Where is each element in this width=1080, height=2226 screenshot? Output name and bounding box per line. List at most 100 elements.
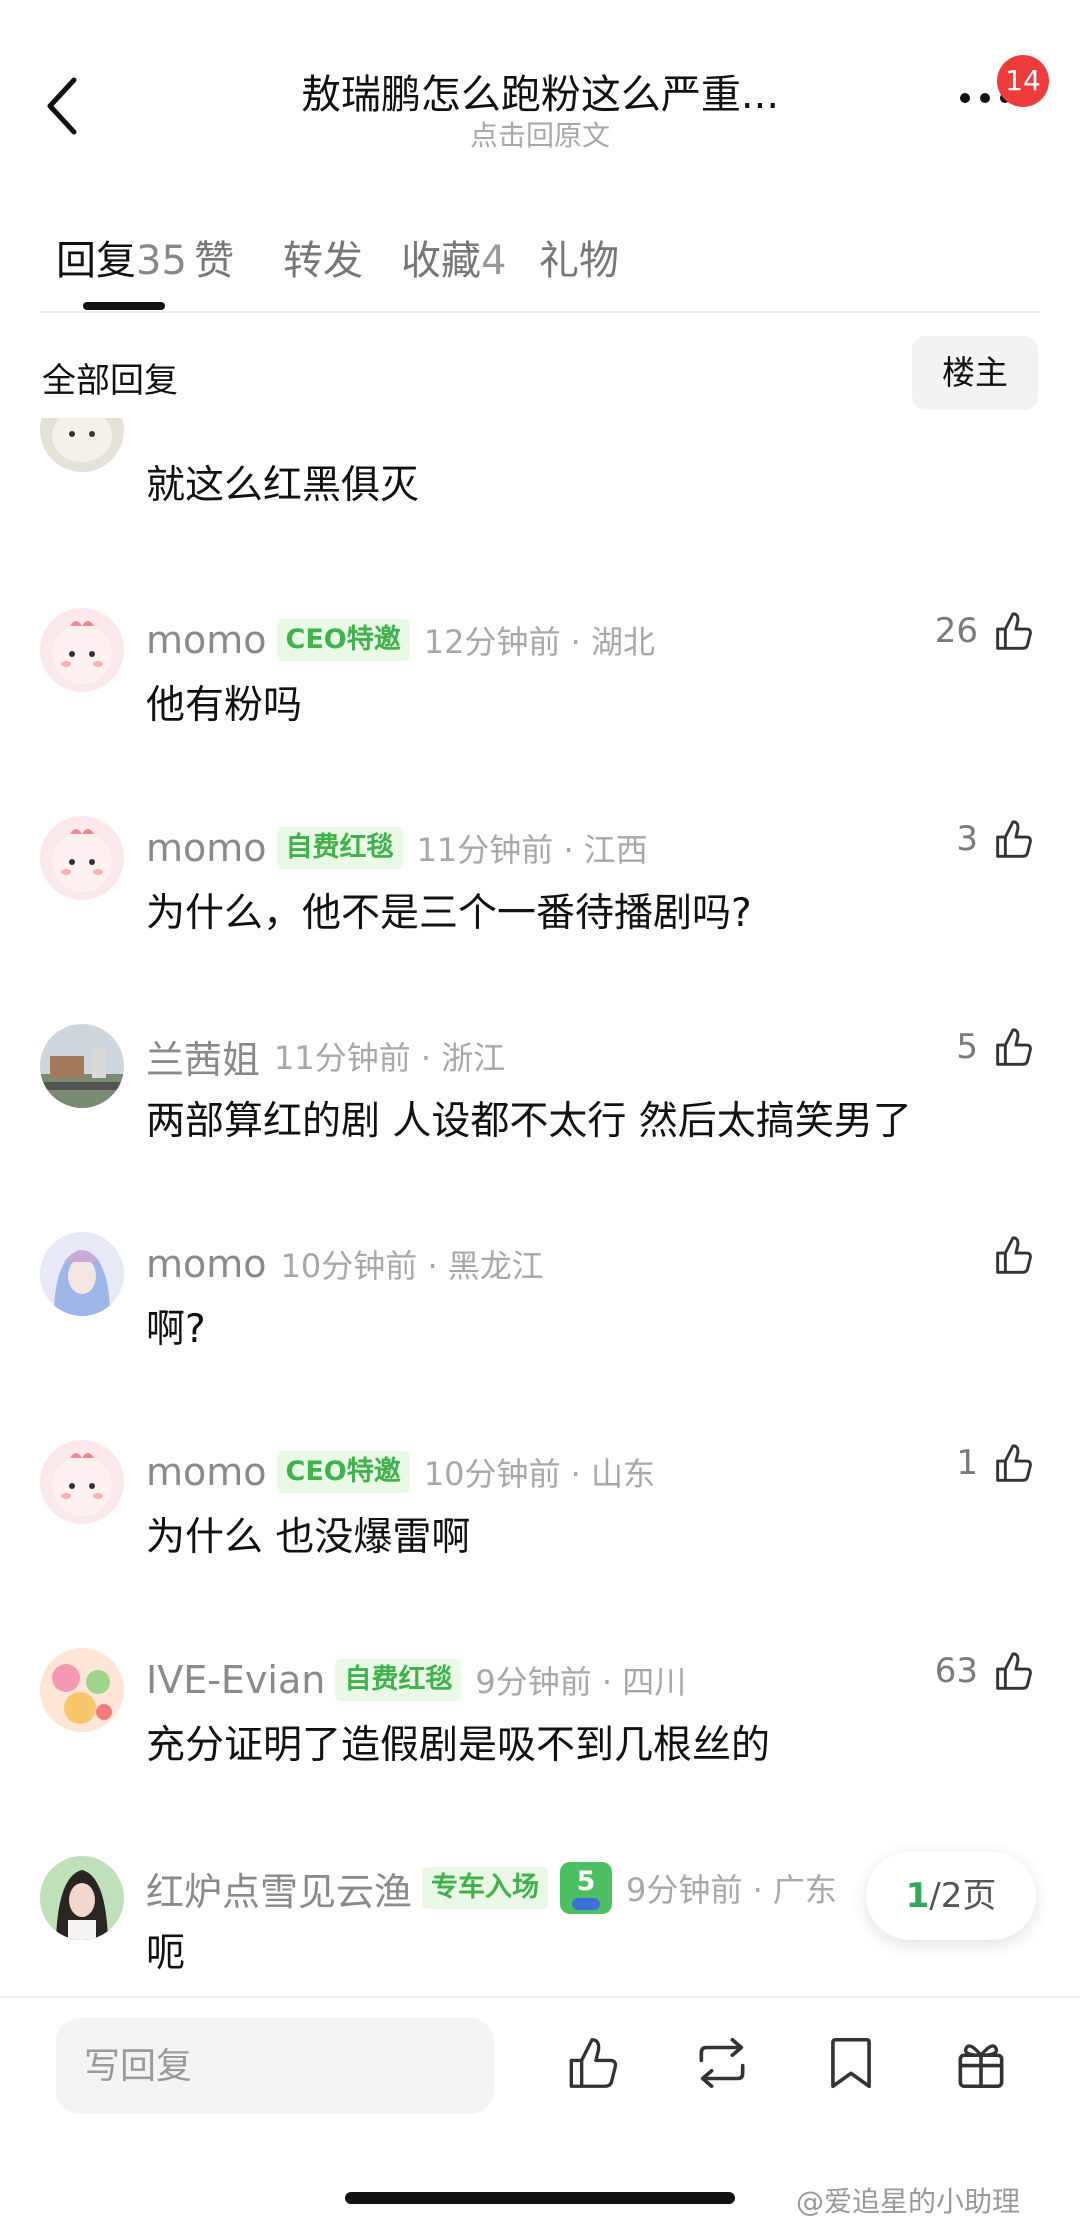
thumbs-up-icon xyxy=(996,1236,1032,1274)
time-text: 9分钟前 xyxy=(475,1663,592,1701)
avatar[interactable] xyxy=(40,418,124,472)
tab-reposts[interactable]: 转发 xyxy=(283,228,363,286)
like-button[interactable]: 63 xyxy=(935,1648,1036,1694)
time-text: 9分钟前 xyxy=(626,1871,743,1909)
tab-likes[interactable]: 赞 xyxy=(194,228,234,286)
avatar[interactable] xyxy=(40,608,124,692)
back-to-post-link[interactable]: 点击回原文 xyxy=(200,114,880,154)
comment-meta: 兰茜姐 11分钟前 · 浙江 xyxy=(146,1034,506,1082)
avatar[interactable] xyxy=(40,1648,124,1732)
bookmark-button[interactable] xyxy=(820,2032,882,2094)
tab-replies[interactable]: 回复35 xyxy=(56,228,187,286)
comment-time: 9分钟前 · 广东 xyxy=(626,1871,837,1909)
like-count: 3 xyxy=(956,819,978,859)
total-pages: /2页 xyxy=(929,1876,997,1916)
comment-time: 12分钟前 · 湖北 xyxy=(423,623,656,661)
tab-gifts[interactable]: 礼物 xyxy=(539,228,619,286)
gift-button[interactable] xyxy=(950,2032,1012,2094)
more-icon xyxy=(960,93,970,103)
divider xyxy=(40,311,1040,313)
thumbs-up-icon xyxy=(996,612,1032,650)
time-text: 10分钟前 xyxy=(423,1455,561,1493)
username[interactable]: momo xyxy=(146,1242,267,1286)
time-text: 12分钟前 xyxy=(423,623,561,661)
time-text: 11分钟前 xyxy=(416,831,554,869)
like-button[interactable]: 3 xyxy=(956,816,1036,862)
tab-count: 35 xyxy=(136,238,187,284)
like-button[interactable]: 1 xyxy=(956,1440,1036,1486)
level-badge: 5 xyxy=(560,1862,613,1914)
watermark: @爱追星的小助理 xyxy=(796,2185,1021,2218)
comment-text: 就这么红黑俱灭 xyxy=(146,463,420,508)
page-indicator[interactable]: 1/2页 xyxy=(866,1852,1036,1940)
comment-time: 10分钟前 · 山东 xyxy=(423,1455,656,1493)
like-button[interactable] xyxy=(990,1232,1036,1278)
home-indicator xyxy=(345,2192,735,2204)
comment-time: 11分钟前 · 江西 xyxy=(416,831,648,869)
comment-time: 11分钟前 · 浙江 xyxy=(274,1039,506,1077)
time-text: 11分钟前 xyxy=(274,1039,411,1077)
comment-time: 10分钟前 · 黑龙江 xyxy=(280,1247,544,1285)
user-badge: CEO特邀 xyxy=(276,619,410,661)
op-only-button[interactable]: 楼主 xyxy=(912,336,1038,410)
comment-meta: momo 10分钟前 · 黑龙江 xyxy=(146,1242,544,1286)
page-title[interactable]: 敖瑞鹏怎么跑粉这么严重... xyxy=(200,62,880,120)
avatar[interactable] xyxy=(40,1024,124,1108)
location-text: 湖北 xyxy=(591,623,656,661)
username[interactable]: momo xyxy=(146,618,267,662)
avatar[interactable] xyxy=(40,816,124,900)
back-button[interactable] xyxy=(40,70,90,140)
comment-meta: 红炉点雪见云渔 专车入场 5 9分钟前 · 广东 xyxy=(146,1862,837,1914)
tab-count: 4 xyxy=(481,238,507,284)
username[interactable]: 红炉点雪见云渔 xyxy=(146,1861,412,1916)
reply-input[interactable] xyxy=(56,2018,494,2114)
tab-label: 回复 xyxy=(56,238,136,284)
username[interactable]: momo xyxy=(146,826,267,870)
tab-favorites[interactable]: 收藏4 xyxy=(401,228,506,286)
location-text: 浙江 xyxy=(441,1039,506,1077)
tab-label: 收藏 xyxy=(401,238,481,284)
comment-text: 呃 xyxy=(146,1931,186,1976)
avatar[interactable] xyxy=(40,1440,124,1524)
location-text: 江西 xyxy=(583,831,648,869)
like-button[interactable]: 5 xyxy=(956,1024,1036,1070)
tab-label: 赞 xyxy=(194,238,234,284)
tab-label: 转发 xyxy=(283,238,363,284)
tab-label: 礼物 xyxy=(539,238,619,284)
location-text: 四川 xyxy=(622,1663,687,1701)
avatar[interactable] xyxy=(40,1232,124,1316)
all-replies-label: 全部回复 xyxy=(42,361,178,401)
avatar[interactable] xyxy=(40,1856,124,1940)
thumbs-up-icon xyxy=(996,1652,1032,1690)
comment-item: momo 10分钟前 · 黑龙江 啊? xyxy=(0,1232,1080,1422)
location-text: 山东 xyxy=(591,1455,656,1493)
like-button[interactable]: 26 xyxy=(935,608,1036,654)
thumbs-up-icon xyxy=(569,2038,618,2088)
level-number: 5 xyxy=(576,1866,596,1897)
current-page: 1 xyxy=(905,1876,930,1916)
comment-text: 啊? xyxy=(146,1307,206,1352)
comment-item: momo 自费红毯 11分钟前 · 江西 3 为什么，他不是三个一番待播剧吗? xyxy=(0,816,1080,1006)
bookmark-icon xyxy=(831,2037,871,2089)
comment-list[interactable]: 就这么红黑俱灭 momo CEO特邀 12分钟前 · 湖北 26 他有粉吗 mo… xyxy=(0,418,1080,1998)
like-count: 26 xyxy=(934,611,978,651)
like-count: 1 xyxy=(956,1443,978,1483)
username[interactable]: momo xyxy=(146,1450,267,1494)
repost-icon xyxy=(699,2037,745,2089)
like-post-button[interactable] xyxy=(561,2032,623,2094)
location-text: 黑龙江 xyxy=(447,1247,544,1285)
comment-time: 9分钟前 · 四川 xyxy=(475,1663,687,1701)
comment-item: 就这么红黑俱灭 xyxy=(0,418,1080,578)
comment-text: 为什么，他不是三个一番待播剧吗? xyxy=(146,891,752,936)
user-badge: 自费红毯 xyxy=(276,827,403,869)
repost-button[interactable] xyxy=(691,2032,753,2094)
username[interactable]: 兰茜姐 xyxy=(146,1029,260,1084)
location-text: 广东 xyxy=(772,1871,837,1909)
user-badge: CEO特邀 xyxy=(276,1451,410,1493)
like-count: 63 xyxy=(934,1651,978,1691)
username[interactable]: IVE-Evian xyxy=(146,1658,325,1702)
more-icon-dot xyxy=(980,93,990,103)
comment-meta: IVE-Evian 自费红毯 9分钟前 · 四川 xyxy=(146,1658,686,1702)
comment-text: 为什么 也没爆雷啊 xyxy=(146,1515,471,1560)
gift-icon xyxy=(958,2044,1004,2089)
